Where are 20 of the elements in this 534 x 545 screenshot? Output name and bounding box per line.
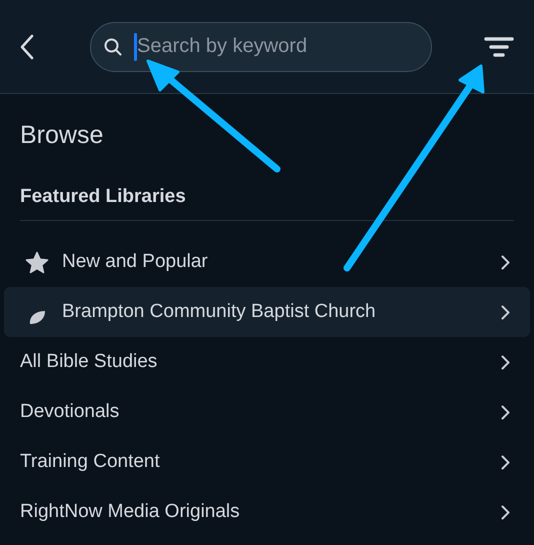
leaf-icon	[28, 310, 46, 324]
chevron-right-icon	[501, 504, 510, 520]
category-item[interactable]: Devotionals	[4, 387, 530, 437]
library-item[interactable]: Brampton Community Baptist Church	[4, 287, 530, 337]
category-item[interactable]: All Bible Studies	[4, 337, 530, 387]
back-icon[interactable]	[20, 34, 34, 60]
category-item[interactable]: Training Content	[4, 437, 530, 487]
star-icon	[25, 250, 49, 274]
filter-icon[interactable]	[484, 36, 514, 58]
category-item[interactable]: RightNow Media Originals	[4, 487, 530, 537]
chevron-right-icon	[501, 254, 510, 270]
chevron-right-icon	[501, 454, 510, 470]
page-title: Browse	[20, 120, 104, 150]
chevron-right-icon	[501, 404, 510, 420]
chevron-right-icon	[501, 354, 510, 370]
search-field[interactable]: Search by keyword	[90, 22, 432, 72]
chevron-right-icon	[501, 304, 510, 320]
section-heading: Featured Libraries	[20, 186, 514, 221]
search-icon	[104, 38, 122, 56]
library-item[interactable]: New and Popular	[4, 237, 530, 287]
